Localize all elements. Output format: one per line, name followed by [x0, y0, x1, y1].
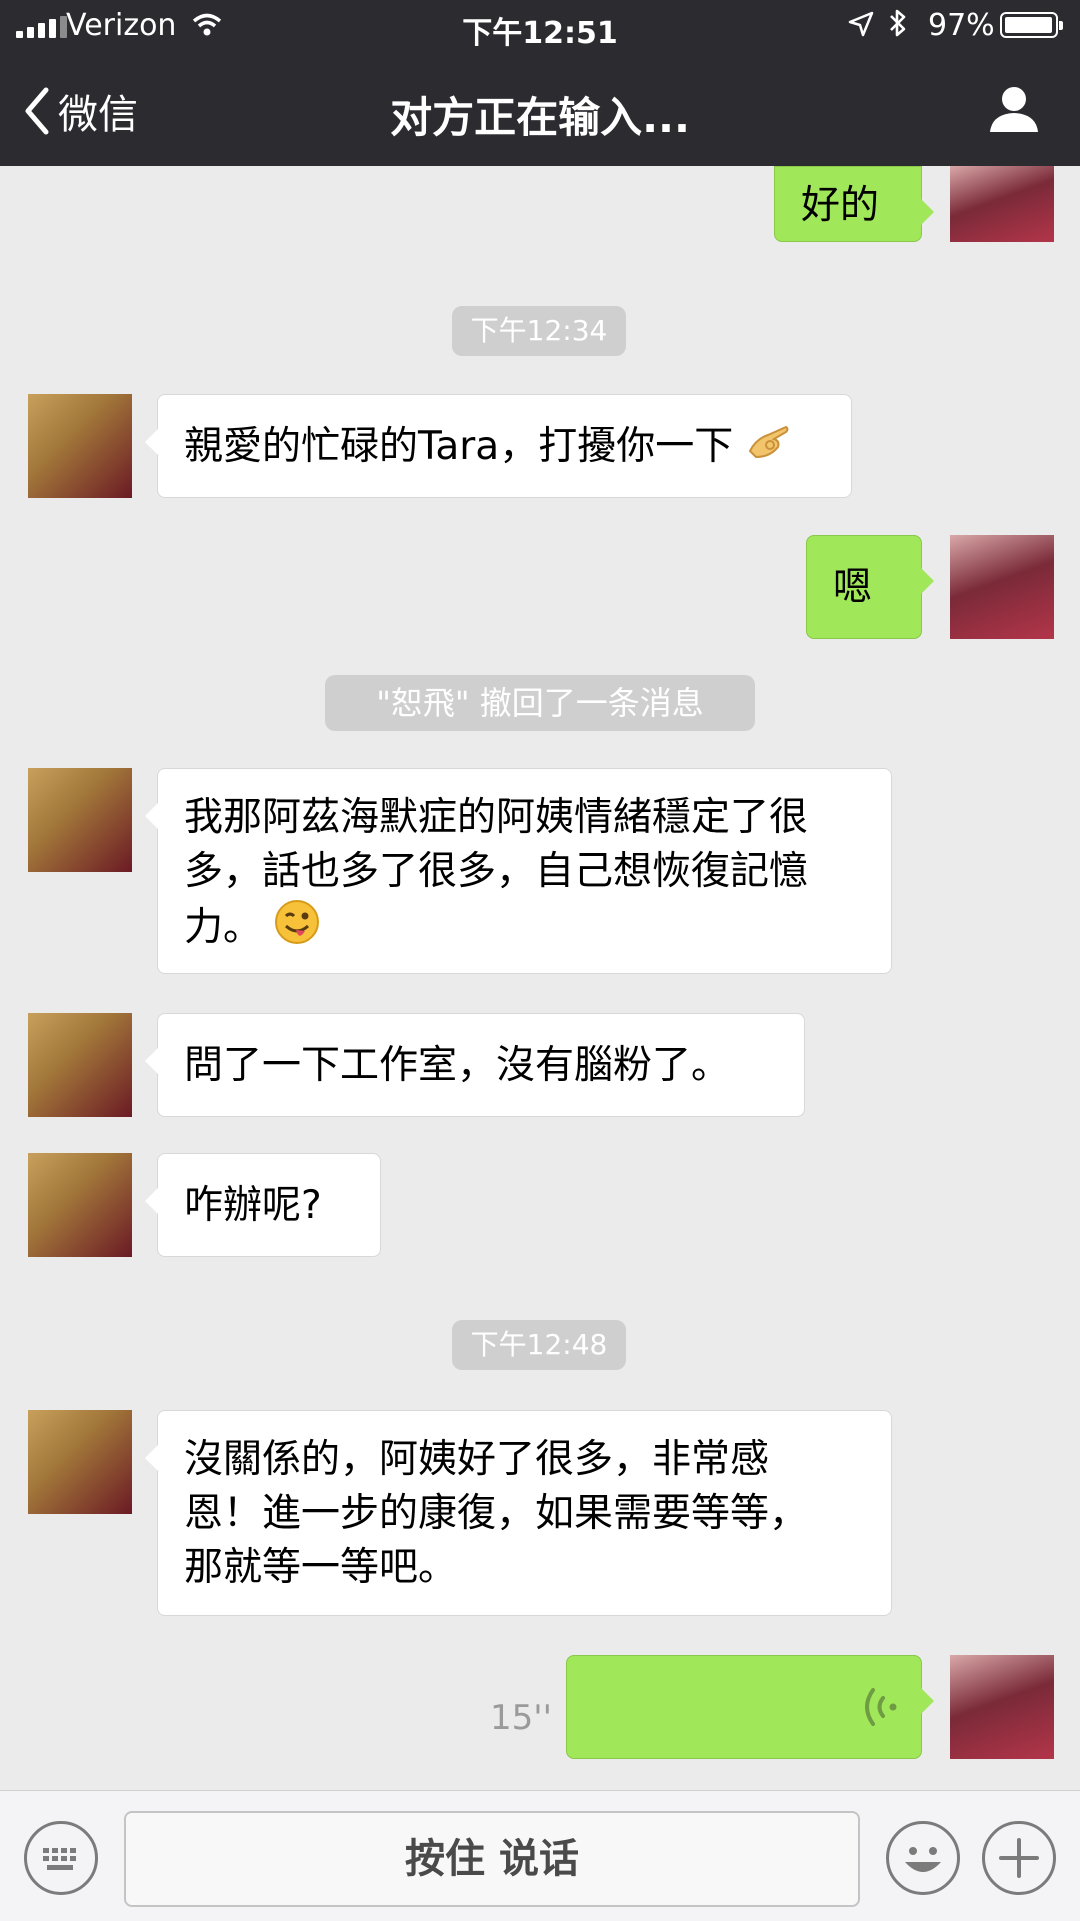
contact-avatar[interactable]	[28, 768, 132, 872]
message-line: 力。	[184, 905, 263, 950]
battery-icon	[1000, 12, 1063, 38]
status-bar: Verizon 下午12:51 97%	[0, 0, 1080, 54]
contact-avatar[interactable]	[28, 394, 132, 498]
sent-message[interactable]: 好的	[774, 166, 934, 242]
received-message[interactable]: 我那阿茲海默症的阿姨情緒穩定了很 多，話也多了很多，自己想恢復記憶 力。	[145, 768, 892, 974]
received-message[interactable]: 咋辦呢?	[145, 1153, 381, 1257]
hold-to-talk-button[interactable]: 按住 说话	[124, 1811, 860, 1907]
contact-avatar[interactable]	[28, 1013, 132, 1117]
top-bar: Verizon 下午12:51 97% 微信 对方正在输入...	[0, 0, 1080, 166]
contact-avatar[interactable]	[28, 1153, 132, 1257]
sent-message[interactable]: 嗯	[806, 535, 934, 639]
timestamp: 下午12:34	[452, 306, 626, 356]
voice-duration: 15''	[490, 1698, 552, 1738]
ok-hand-emoji	[746, 421, 790, 476]
keyboard-icon	[43, 1848, 76, 1870]
bluetooth-icon	[888, 8, 908, 46]
timestamp: 下午12:48	[452, 1320, 626, 1370]
battery-percent: 97%	[928, 8, 995, 43]
location-arrow-icon	[848, 10, 874, 45]
plus-icon	[999, 1838, 1039, 1878]
keyboard-toggle-button[interactable]	[24, 1821, 98, 1895]
message-line: 沒關係的，阿姨好了很多，非常感	[184, 1437, 770, 1482]
message-text: 好的	[801, 183, 880, 228]
message-line: 多，話也多了很多，自己想恢復記憶	[184, 849, 809, 894]
my-avatar[interactable]	[950, 1655, 1054, 1759]
recall-notice: "恕飛" 撤回了一条消息	[325, 675, 755, 731]
voice-message[interactable]	[566, 1655, 934, 1759]
message-line: 那就等一等吧。	[184, 1545, 458, 1590]
wink-tongue-emoji	[274, 899, 320, 960]
message-line: 我那阿茲海默症的阿姨情緒穩定了很	[184, 795, 809, 840]
message-text: 親愛的忙碌的Tara，打擾你一下	[184, 424, 734, 469]
contact-info-button[interactable]	[986, 84, 1042, 138]
contact-avatar[interactable]	[28, 1410, 132, 1514]
received-message[interactable]: 沒關係的，阿姨好了很多，非常感 恩！進一步的康復，如果需要等等， 那就等一等吧。	[145, 1410, 892, 1616]
more-button[interactable]	[982, 1821, 1056, 1895]
received-message[interactable]: 親愛的忙碌的Tara，打擾你一下	[145, 394, 852, 498]
person-icon	[990, 87, 1038, 132]
emoji-button[interactable]	[886, 1821, 960, 1895]
received-message[interactable]: 問了一下工作室，沒有腦粉了。	[145, 1013, 805, 1117]
status-time: 下午12:51	[462, 16, 618, 51]
chat-title: 对方正在输入...	[390, 93, 690, 142]
my-avatar[interactable]	[950, 166, 1054, 242]
message-text: 咋辦呢?	[184, 1183, 322, 1228]
smiley-icon	[905, 1847, 941, 1872]
input-bar: 按住 说话	[0, 1790, 1080, 1921]
voice-wave-icon	[859, 1682, 899, 1747]
my-avatar[interactable]	[950, 535, 1054, 639]
message-line: 恩！進一步的康復，如果需要等等，	[184, 1491, 809, 1536]
message-text: 問了一下工作室，沒有腦粉了。	[184, 1043, 731, 1088]
message-text: 嗯	[833, 565, 873, 610]
